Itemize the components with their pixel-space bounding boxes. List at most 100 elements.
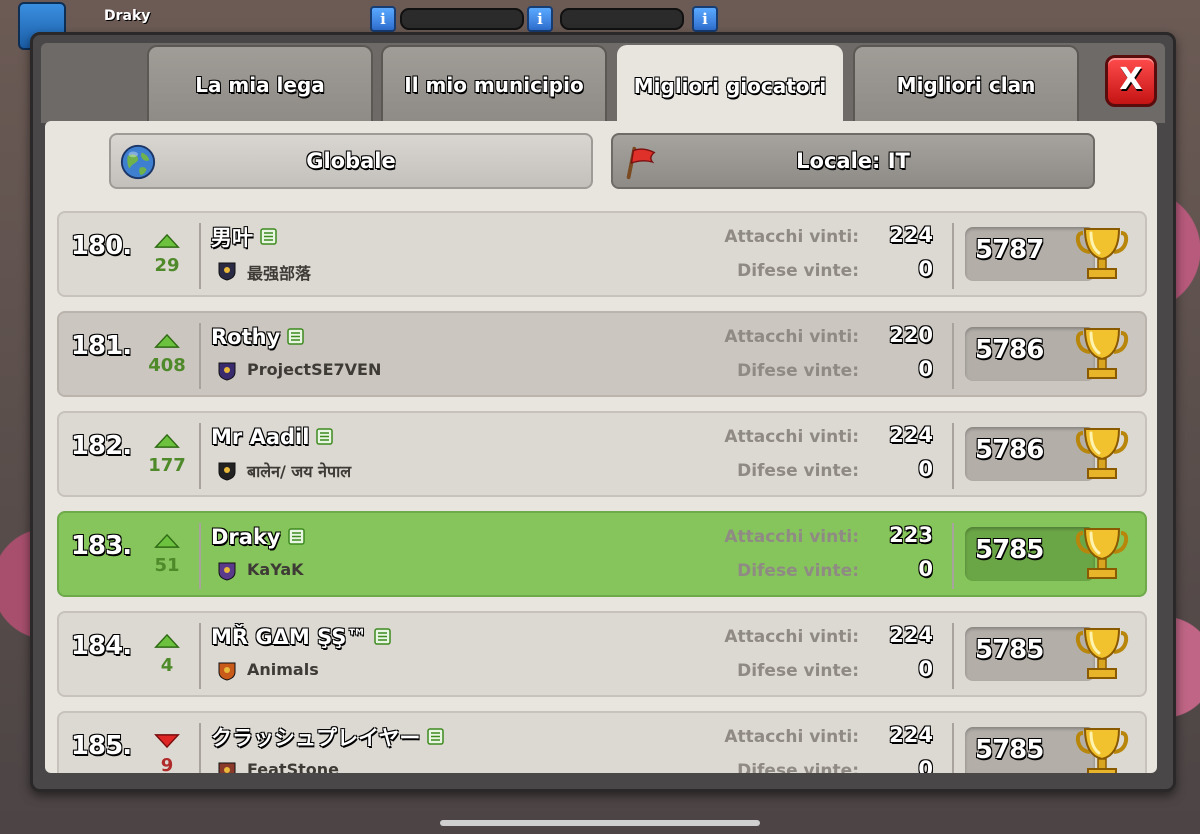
player-name[interactable]: Rothy: [211, 323, 305, 351]
defenses-won-value: 0: [918, 357, 933, 381]
player-name-text: Rothy: [211, 325, 281, 349]
clan-name[interactable]: बालेन/ जय नेपाल: [247, 460, 351, 482]
rank-number: 185.: [70, 731, 132, 761]
clan-name[interactable]: 最强部落: [247, 260, 311, 284]
divider: [199, 323, 201, 389]
attacks-won-label: Attacchi vinti:: [724, 327, 859, 347]
clan-name[interactable]: Animals: [247, 660, 319, 679]
rank-up-arrow-icon: [154, 233, 180, 248]
resource-bar: [560, 8, 684, 30]
chat-icon: [287, 528, 305, 545]
player-tag: Draky: [104, 8, 151, 24]
trophy-icon: [1075, 528, 1129, 579]
clan-name[interactable]: KaYaK: [247, 560, 304, 579]
rank-down-arrow-icon: [154, 734, 180, 749]
player-name-text: Mr Aadil: [211, 425, 310, 449]
local-filter-label: Locale: IT: [796, 149, 910, 173]
clan-badge-icon: [218, 762, 236, 773]
player-name-text: Draky: [211, 525, 281, 549]
trophy-count: 5785: [975, 735, 1044, 765]
clan-badge-icon: [218, 562, 236, 581]
clan-name[interactable]: FeatStone: [247, 760, 339, 773]
player-name[interactable]: Draky: [211, 523, 305, 551]
divider: [199, 223, 201, 289]
clan-badge-icon: [218, 262, 236, 281]
player-name-text: クラッシュプレイヤー: [211, 726, 421, 750]
defenses-won-label: Difese vinte:: [737, 661, 859, 681]
player-row[interactable]: 185. 9 クラッシュプレイヤー FeatStone Attacchi vin…: [57, 711, 1147, 773]
trophy-icon: [1075, 728, 1129, 773]
tab-top-players[interactable]: Migliori giocatori: [617, 45, 843, 125]
rank-change: 9: [160, 755, 174, 773]
tab-my-league[interactable]: La mia lega: [147, 45, 373, 123]
defenses-won-value: 0: [918, 457, 933, 481]
tab-my-town-hall[interactable]: Il mio municipio: [381, 45, 607, 123]
defenses-won-value: 0: [918, 757, 933, 773]
defenses-won-label: Difese vinte:: [737, 261, 859, 281]
trophy-count: 5786: [975, 335, 1044, 365]
info-icon[interactable]: i: [527, 6, 553, 32]
rank-up-arrow-icon: [154, 333, 180, 348]
divider: [199, 523, 201, 589]
trophy-count: 5785: [975, 535, 1044, 565]
trophy-icon: [1075, 328, 1129, 379]
global-filter-label: Globale: [306, 149, 396, 173]
clan-badge-icon: [218, 362, 236, 381]
divider: [199, 723, 201, 773]
defenses-won-label: Difese vinte:: [737, 561, 859, 581]
defenses-won-value: 0: [918, 257, 933, 281]
trophy-count: 5787: [975, 235, 1044, 265]
trophy-icon: [1075, 228, 1129, 279]
flag-icon: [626, 146, 656, 180]
divider: [199, 623, 201, 689]
info-icon[interactable]: i: [370, 6, 396, 32]
trophy-count: 5786: [975, 435, 1044, 465]
player-name[interactable]: Mr Aadil: [211, 423, 334, 451]
leaderboard-panel: La mia lega Il mio municipio Migliori gi…: [30, 32, 1176, 792]
divider: [952, 223, 954, 289]
rank-up-arrow-icon: [154, 433, 180, 448]
chat-icon: [287, 328, 305, 345]
player-name[interactable]: MŘ GΔM ŞŞ™: [211, 623, 392, 651]
close-button[interactable]: X: [1105, 55, 1157, 107]
chat-icon: [316, 428, 334, 445]
divider: [952, 623, 954, 689]
divider: [952, 523, 954, 589]
player-row[interactable]: 184. 4 MŘ GΔM ŞŞ™ Animals Attacchi vinti…: [57, 611, 1147, 697]
leaderboard-content: Globale Locale: IT 180. 29 男叶 最强部落 Attac…: [45, 121, 1157, 773]
divider: [952, 423, 954, 489]
attacks-won-value: 224: [889, 623, 933, 647]
global-filter-button[interactable]: Globale: [109, 133, 593, 189]
attacks-won-value: 223: [889, 523, 933, 547]
rank-change: 4: [160, 655, 174, 676]
player-row[interactable]: 182. 177 Mr Aadil बालेन/ जय नेपाल Attacc…: [57, 411, 1147, 497]
attacks-won-label: Attacchi vinti:: [724, 627, 859, 647]
player-name-text: 男叶: [211, 226, 253, 250]
attacks-won-label: Attacchi vinti:: [724, 427, 859, 447]
defenses-won-label: Difese vinte:: [737, 361, 859, 381]
defenses-won-label: Difese vinte:: [737, 461, 859, 481]
local-filter-button[interactable]: Locale: IT: [611, 133, 1095, 189]
player-row[interactable]: 183. 51 Draky KaYaK Attacchi vinti: 223 …: [57, 511, 1147, 597]
divider: [952, 323, 954, 389]
home-indicator: [440, 820, 760, 826]
rank-number: 180.: [70, 231, 132, 261]
defenses-won-value: 0: [918, 557, 933, 581]
attacks-won-value: 224: [889, 723, 933, 747]
defenses-won-label: Difese vinte:: [737, 761, 859, 773]
player-name-text: MŘ GΔM ŞŞ™: [211, 625, 368, 649]
attacks-won-value: 224: [889, 223, 933, 247]
tab-top-clans[interactable]: Migliori clan: [853, 45, 1079, 123]
player-name[interactable]: クラッシュプレイヤー: [211, 723, 445, 751]
attacks-won-label: Attacchi vinti:: [724, 727, 859, 747]
clan-name[interactable]: ProjectSE7VEN: [247, 360, 381, 379]
player-row[interactable]: 180. 29 男叶 最强部落 Attacchi vinti: 224 Dife…: [57, 211, 1147, 297]
trophy-icon: [1075, 428, 1129, 479]
rank-number: 181.: [70, 331, 132, 361]
clan-badge-icon: [218, 462, 236, 481]
rank-number: 184.: [70, 631, 132, 661]
chat-icon: [374, 628, 392, 645]
player-name[interactable]: 男叶: [211, 223, 277, 251]
player-row[interactable]: 181. 408 Rothy ProjectSE7VEN Attacchi vi…: [57, 311, 1147, 397]
info-icon[interactable]: i: [692, 6, 718, 32]
